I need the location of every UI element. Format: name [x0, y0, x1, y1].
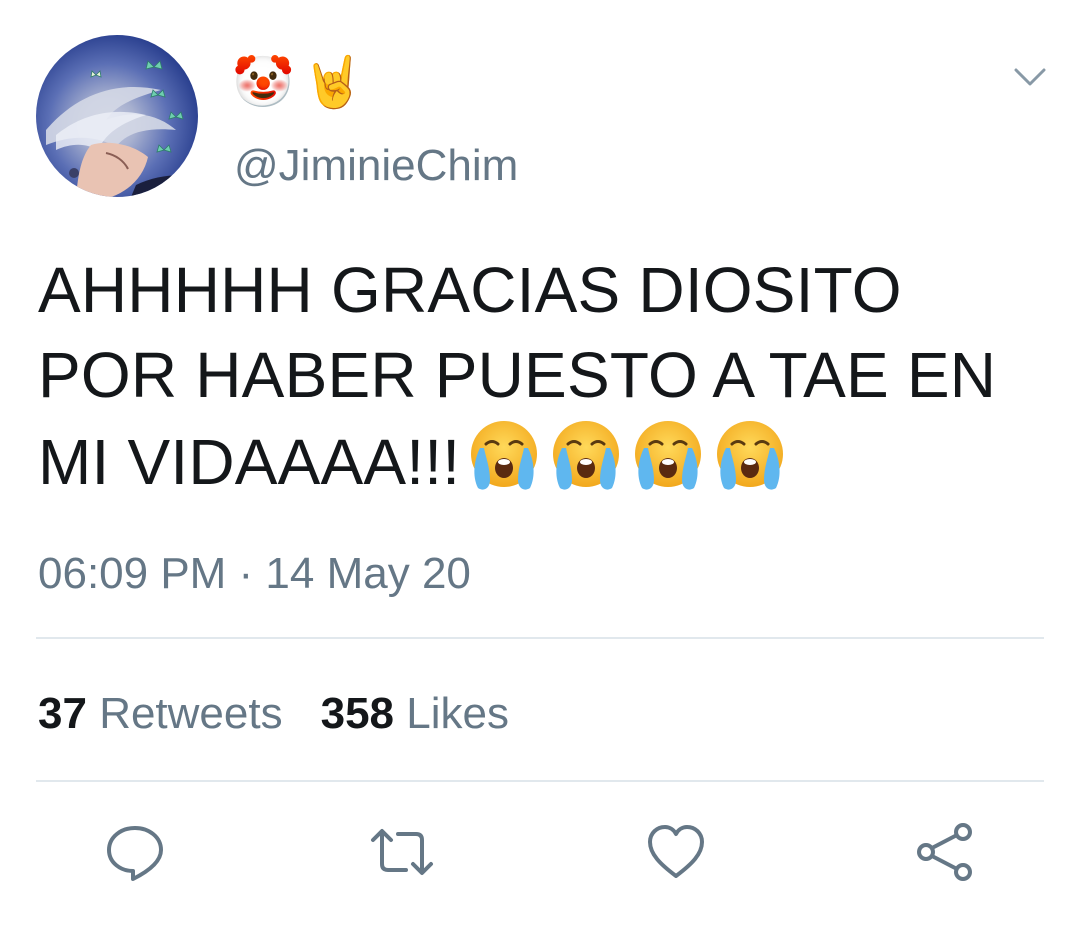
likes-label: Likes [406, 689, 509, 738]
loudly-crying-face-emoji [630, 418, 706, 494]
loudly-crying-face-emoji [548, 418, 624, 494]
avatar-image [46, 60, 198, 197]
avatar[interactable] [36, 35, 198, 197]
tweet-timestamp[interactable]: 06:09 PM · 14 May 20 [38, 548, 471, 600]
sign-of-horns-emoji: 🤘 [302, 53, 365, 111]
share-button[interactable] [913, 820, 977, 884]
likes-count: 358 [320, 689, 395, 738]
retweets-count: 37 [38, 689, 87, 738]
action-bar [0, 820, 1080, 884]
retweet-button[interactable] [370, 820, 434, 884]
divider [36, 780, 1044, 782]
like-button[interactable] [644, 820, 708, 884]
loudly-crying-face-emoji [712, 418, 788, 494]
like-icon [648, 825, 704, 878]
chevron-down-icon[interactable] [1010, 60, 1050, 96]
likes-stat[interactable]: 358 Likes [321, 689, 509, 738]
display-name[interactable]: 🤡 🤘 [232, 52, 365, 112]
divider [36, 637, 1044, 639]
clown-face-emoji: 🤡 [232, 53, 295, 111]
tweet-card: 🤡 🤘 @JiminieChim AHHHHH GRACIAS DIOSITO … [0, 0, 1080, 943]
tweet-text: AHHHHH GRACIAS DIOSITO POR HABER PUESTO … [38, 248, 1058, 505]
tweet-text-line: POR HABER PUESTO A TAE EN [38, 339, 997, 411]
tweet-text-line: AHHHHH GRACIAS DIOSITO [38, 254, 902, 326]
share-icon [917, 823, 972, 881]
retweets-label: Retweets [99, 689, 283, 738]
tweet-text-line: MI VIDAAAA!!! [38, 426, 461, 498]
retweet-icon [371, 829, 433, 875]
user-handle[interactable]: @JiminieChim [234, 140, 518, 192]
loudly-crying-face-emoji [466, 418, 542, 494]
crying-emoji-group [460, 421, 788, 498]
engagement-stats: 37 Retweets 358 Likes [38, 688, 509, 740]
tweet-text-line-last: MI VIDAAAA!!! [38, 418, 1058, 505]
retweets-stat[interactable]: 37 Retweets [38, 689, 283, 738]
reply-button[interactable] [103, 820, 167, 884]
reply-icon [107, 826, 163, 881]
